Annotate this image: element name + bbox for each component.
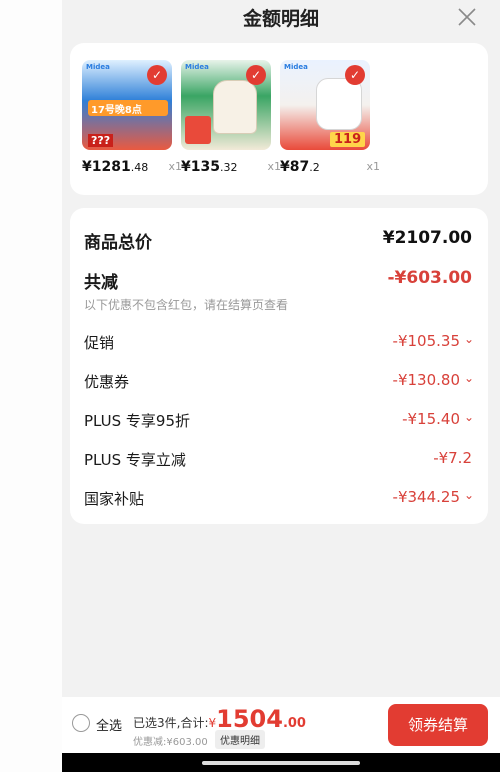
product-image: Midea 119 ✓ bbox=[280, 60, 370, 150]
product-qty: x1 bbox=[168, 160, 182, 173]
product-qty: x1 bbox=[366, 160, 380, 173]
select-all-radio[interactable] bbox=[72, 714, 90, 732]
brand-logo: Midea bbox=[284, 63, 308, 71]
product-list-card: Midea 17号晚8点 ??? ✓ ¥1281.48 x1 Midea ✓ ¥… bbox=[70, 43, 488, 195]
page-title: 金额明细 bbox=[242, 8, 319, 30]
selected-check-icon[interactable]: ✓ bbox=[246, 65, 266, 85]
discount-row-plus-cut: PLUS 专享立减 -¥7.2 bbox=[84, 449, 472, 469]
product-image: Midea ✓ bbox=[181, 60, 271, 150]
discount-row-plus-95[interactable]: PLUS 专享95折 -¥15.40 ⌄ bbox=[84, 410, 474, 436]
product-item[interactable]: Midea 17号晚8点 ??? ✓ bbox=[82, 60, 174, 150]
selected-summary: 已选3件,合计:¥1504.00 bbox=[133, 705, 306, 733]
total-amount: 1504 bbox=[216, 705, 283, 733]
reduce-row: 共减 -¥603.00 bbox=[84, 268, 474, 294]
checkout-bar: 全选 已选3件,合计:¥1504.00 优惠减:¥603.00 优惠明细 领券结… bbox=[62, 697, 500, 753]
selected-check-icon[interactable]: ✓ bbox=[345, 65, 365, 85]
select-all-label[interactable]: 全选 bbox=[96, 715, 122, 734]
discount-row-subsidy[interactable]: 国家补贴 -¥344.25 ⌄ bbox=[84, 488, 474, 514]
brand-logo: Midea bbox=[185, 63, 209, 71]
chevron-down-icon: ⌄ bbox=[463, 371, 474, 385]
brand-logo: Midea bbox=[86, 63, 110, 71]
discount-note: 以下优惠不包含红包，请在结算页查看 bbox=[84, 298, 289, 312]
discount-row-coupon[interactable]: 优惠券 -¥130.80 ⌄ bbox=[84, 371, 474, 397]
chevron-down-icon: ⌄ bbox=[463, 488, 474, 502]
checkout-button[interactable]: 领券结算 bbox=[388, 704, 488, 746]
product-item[interactable]: Midea ✓ bbox=[181, 60, 273, 150]
price-tag: ??? bbox=[88, 134, 114, 147]
product-qty: x1 bbox=[267, 160, 281, 173]
chevron-down-icon: ⌄ bbox=[463, 332, 474, 346]
system-nav-bar bbox=[62, 753, 500, 772]
price-summary-card: 商品总价 ¥2107.00 共减 -¥603.00 以下优惠不包含红包，请在结算… bbox=[70, 208, 488, 524]
product-item[interactable]: Midea 119 ✓ bbox=[280, 60, 372, 150]
discount-detail-button[interactable]: 优惠明细 bbox=[215, 730, 265, 749]
home-indicator[interactable] bbox=[202, 761, 360, 765]
total-row: 商品总价 ¥2107.00 bbox=[84, 228, 474, 254]
promo-badge: 17号晚8点 bbox=[91, 105, 142, 116]
total-label: 商品总价 bbox=[84, 233, 152, 253]
amount-detail-panel: 金额明细 Midea 17号晚8点 ??? ✓ ¥1281.48 x1 Mide… bbox=[62, 0, 500, 772]
total-value: ¥2107.00 bbox=[382, 228, 472, 248]
discount-row-promotion[interactable]: 促销 -¥105.35 ⌄ bbox=[84, 332, 474, 358]
background-page bbox=[0, 0, 63, 772]
product-price: ¥135.32 x1 bbox=[181, 159, 281, 175]
reduce-value: -¥603.00 bbox=[387, 268, 473, 288]
product-image: Midea 17号晚8点 ??? ✓ bbox=[82, 60, 172, 150]
product-price: ¥87.2 x1 bbox=[280, 159, 380, 175]
close-icon[interactable] bbox=[456, 6, 478, 28]
price-tag: 119 bbox=[330, 132, 366, 147]
product-price: ¥1281.48 x1 bbox=[82, 159, 182, 175]
reduce-label: 共减 bbox=[84, 273, 118, 293]
chevron-down-icon: ⌄ bbox=[463, 410, 474, 424]
selected-check-icon[interactable]: ✓ bbox=[147, 65, 167, 85]
discount-amount: 优惠减:¥603.00 bbox=[133, 737, 208, 748]
